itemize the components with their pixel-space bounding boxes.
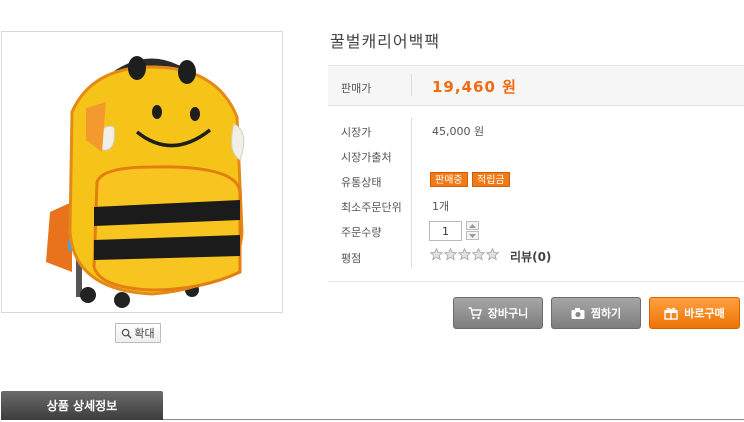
status-badge-points: 적립금 bbox=[472, 172, 510, 187]
star-icon bbox=[444, 248, 457, 261]
product-image[interactable] bbox=[1, 31, 283, 313]
wish-label: 찜하기 bbox=[590, 307, 622, 320]
quantity-down-button[interactable] bbox=[466, 231, 479, 240]
zoom-button[interactable]: 확대 bbox=[115, 323, 161, 343]
status-badge-on-sale: 판매중 bbox=[430, 172, 468, 187]
star-icon bbox=[458, 248, 471, 261]
buy-label: 바로구매 bbox=[684, 307, 725, 320]
details-divider bbox=[411, 118, 412, 268]
divider bbox=[411, 74, 412, 96]
market-price-label: 시장가 bbox=[341, 126, 372, 139]
tab-product-detail[interactable]: 상품 상세정보 bbox=[1, 391, 163, 420]
chevron-down-icon bbox=[469, 233, 476, 238]
rating-label: 평점 bbox=[341, 252, 362, 265]
section-divider bbox=[328, 281, 744, 282]
star-icon bbox=[472, 248, 485, 261]
cart-icon bbox=[468, 306, 482, 319]
star-icon bbox=[486, 248, 499, 261]
price-label: 판매가 bbox=[341, 82, 372, 95]
bee-backpack-illustration bbox=[46, 56, 245, 308]
rating-stars bbox=[430, 248, 499, 261]
zoom-label: 확대 bbox=[134, 327, 155, 340]
min-order-value: 1개 bbox=[432, 200, 450, 213]
status-label: 유통상태 bbox=[341, 176, 382, 189]
star-icon bbox=[430, 248, 443, 261]
quantity-up-button[interactable] bbox=[466, 221, 479, 230]
review-count-link[interactable]: 리뷰(0) bbox=[510, 248, 551, 265]
min-order-label: 최소주문단위 bbox=[341, 201, 402, 214]
sale-price: 19,460 원 bbox=[432, 78, 517, 96]
market-source-label: 시장가출처 bbox=[341, 151, 392, 164]
camera-icon bbox=[571, 307, 585, 319]
quantity-input[interactable] bbox=[429, 221, 462, 241]
wishlist-button[interactable]: 찜하기 bbox=[551, 297, 641, 329]
market-price-value: 45,000 원 bbox=[432, 125, 485, 138]
magnifier-icon bbox=[122, 328, 132, 339]
add-to-cart-button[interactable]: 장바구니 bbox=[453, 297, 543, 329]
cart-label: 장바구니 bbox=[487, 307, 529, 320]
quantity-label: 주문수량 bbox=[341, 226, 382, 239]
buy-now-button[interactable]: 바로구매 bbox=[649, 297, 740, 329]
chevron-up-icon bbox=[469, 223, 476, 228]
tab-underline bbox=[163, 419, 744, 420]
product-title: 꿀벌캐리어백팩 bbox=[330, 32, 441, 51]
price-row bbox=[328, 65, 744, 106]
gift-icon bbox=[664, 307, 678, 320]
